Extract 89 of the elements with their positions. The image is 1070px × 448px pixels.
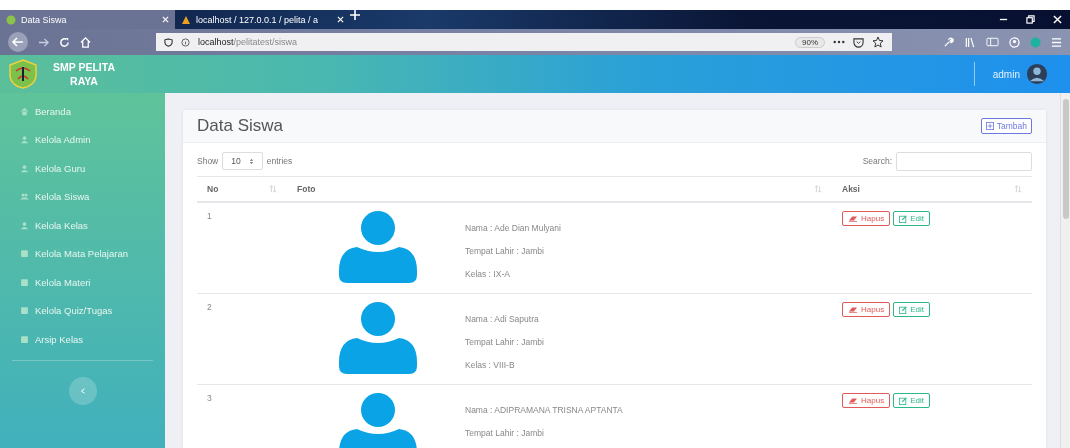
column-header[interactable]: Aksi: [842, 184, 860, 194]
document-icon: [20, 249, 29, 259]
scrollbar[interactable]: [1060, 93, 1070, 448]
shield-icon: [164, 37, 173, 47]
student-info: Nama : Adi Saputra: [465, 314, 540, 324]
sidebar-item[interactable]: Kelola Mata Pelajaran: [0, 239, 165, 268]
close-icon[interactable]: [337, 16, 344, 23]
user-icon: [20, 192, 29, 202]
eraser-icon: [848, 396, 858, 405]
zoom-level[interactable]: 90%: [795, 36, 825, 48]
student-info: Tempat Lahir : Jambi: [465, 337, 544, 347]
column-header[interactable]: No: [207, 184, 219, 194]
student-info: Nama : Ade Dian Mulyani: [465, 223, 561, 233]
eraser-icon: [848, 305, 858, 314]
sidebar-item[interactable]: Kelola Kelas: [0, 211, 165, 240]
info-icon: [181, 37, 190, 47]
row-number: 1: [207, 211, 212, 221]
restore-icon[interactable]: [1026, 15, 1035, 24]
delete-button[interactable]: Hapus: [842, 302, 891, 317]
new-tab-icon[interactable]: [350, 10, 360, 20]
eraser-icon: [848, 214, 858, 223]
row-number: 3: [207, 393, 212, 403]
home-icon[interactable]: [80, 36, 91, 48]
pocket-icon[interactable]: [853, 36, 864, 48]
document-icon: [20, 334, 29, 344]
brand-name[interactable]: SMP PELITA RAYA: [52, 59, 116, 89]
scrollbar-thumb[interactable]: [1062, 99, 1069, 219]
browser-tab[interactable]: localhost / 127.0.0.1 / pelita / a: [175, 10, 350, 29]
user-icon: [20, 220, 29, 230]
edit-icon: [899, 305, 908, 314]
chevron-left-icon: [79, 387, 86, 394]
column-header[interactable]: Foto: [297, 184, 316, 194]
row-number: 2: [207, 302, 212, 312]
search-label: Search:: [862, 156, 892, 166]
add-button[interactable]: Tambah: [980, 118, 1032, 134]
triangle-logo-icon: [181, 14, 191, 25]
edit-icon: [899, 214, 908, 223]
reload-icon[interactable]: [59, 36, 70, 48]
wrench-icon[interactable]: [943, 36, 954, 48]
address-bar[interactable]: localhost/pelitatest/siswa 90%: [156, 33, 892, 51]
forward-icon[interactable]: [38, 36, 49, 48]
entries-label: entries: [266, 156, 293, 166]
close-icon[interactable]: [1053, 15, 1062, 24]
back-icon[interactable]: [8, 32, 28, 52]
avatar-icon[interactable]: [1026, 63, 1048, 85]
tab-title: Data Siswa: [21, 14, 68, 25]
page-length-select[interactable]: 10: [222, 152, 263, 170]
user-icon: [20, 135, 29, 145]
menu-icon[interactable]: [1051, 36, 1062, 48]
student-info: Kelas : VIII-B: [465, 360, 516, 370]
plus-square-icon: [985, 122, 994, 130]
sidebar-item[interactable]: Kelola Materi: [0, 268, 165, 297]
delete-button[interactable]: Hapus: [842, 393, 891, 408]
person-silhouette-icon: [339, 302, 417, 374]
edit-icon: [899, 396, 908, 405]
user-icon: [20, 163, 29, 173]
page-title: Data Siswa: [197, 116, 283, 136]
document-icon: [20, 277, 29, 287]
star-icon[interactable]: [872, 36, 884, 48]
document-icon: [20, 306, 29, 316]
school-logo-icon[interactable]: [8, 59, 38, 89]
sidebar-item[interactable]: Kelola Guru: [0, 154, 165, 183]
person-silhouette-icon: [339, 211, 417, 283]
more-icon[interactable]: [833, 40, 845, 44]
student-info: Tempat Lahir : Jambi: [465, 428, 545, 438]
library-icon[interactable]: [964, 36, 976, 48]
student-info: Tempat Lahir : Jambi: [465, 246, 545, 256]
student-info: Kelas : IX-A: [465, 269, 511, 279]
url-text: localhost/pelitatest/siswa: [198, 37, 298, 47]
edit-button[interactable]: Edit: [893, 393, 930, 408]
updown-caret-icon: [248, 157, 254, 165]
show-label: Show: [197, 156, 219, 166]
student-info: Nama : ADIPRAMANA TRISNA APTANTA: [465, 405, 623, 415]
sidebar-item[interactable]: Kelola Quiz/Tugas: [0, 296, 165, 325]
sidebar-item[interactable]: Arsip Kelas: [0, 325, 165, 354]
tab-title: localhost / 127.0.0.1 / pelita / a: [196, 14, 320, 25]
account-icon[interactable]: [1009, 36, 1020, 48]
sidebar-item[interactable]: Kelola Admin: [0, 125, 165, 154]
sidebar-icon[interactable]: [986, 37, 999, 47]
delete-button[interactable]: Hapus: [842, 211, 891, 226]
edit-button[interactable]: Edit: [893, 302, 930, 317]
sidebar-item[interactable]: Beranda: [0, 97, 165, 126]
edit-button[interactable]: Edit: [893, 211, 930, 226]
home-icon: [20, 106, 29, 116]
sidebar-item[interactable]: Kelola Siswa: [0, 182, 165, 211]
username[interactable]: admin: [992, 68, 1020, 80]
browser-tab[interactable]: Data Siswa: [0, 10, 175, 29]
person-silhouette-icon: [339, 393, 417, 448]
search-field[interactable]: [896, 151, 1032, 171]
